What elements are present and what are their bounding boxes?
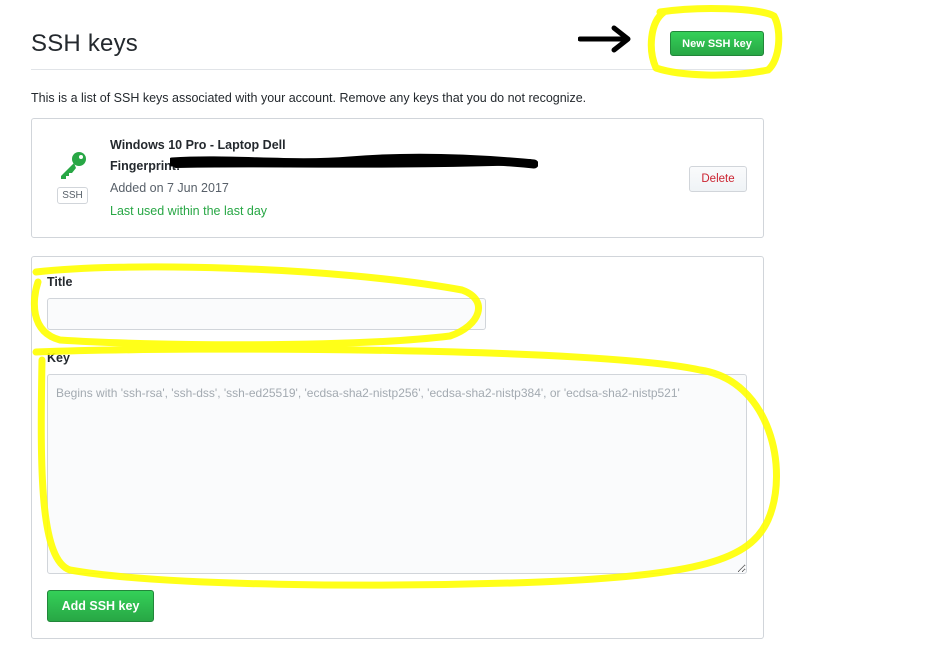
key-title: Windows 10 Pro - Laptop Dell	[110, 138, 286, 152]
key-label: Key	[47, 351, 70, 365]
ssh-key-list-item	[31, 118, 764, 238]
ssh-badge: SSH	[57, 187, 88, 204]
title-input[interactable]	[47, 298, 486, 330]
header-divider	[31, 69, 764, 70]
redaction-scribble	[170, 153, 538, 169]
delete-key-button[interactable]: Delete	[689, 166, 747, 192]
page-title: SSH keys	[31, 30, 138, 57]
key-added-date: Added on 7 Jun 2017	[110, 181, 229, 195]
new-ssh-key-button[interactable]: New SSH key	[670, 31, 764, 56]
ssh-keys-page: SSH keys New SSH key This is a list of S…	[0, 0, 935, 647]
title-label: Title	[47, 275, 73, 289]
lead-text: This is a list of SSH keys associated wi…	[31, 91, 587, 105]
arrow-right-icon	[578, 25, 631, 53]
key-textarea[interactable]	[47, 374, 747, 574]
key-last-used: Last used within the last day	[110, 204, 268, 218]
key-icon	[61, 152, 86, 179]
add-ssh-key-button[interactable]: Add SSH key	[47, 590, 154, 622]
